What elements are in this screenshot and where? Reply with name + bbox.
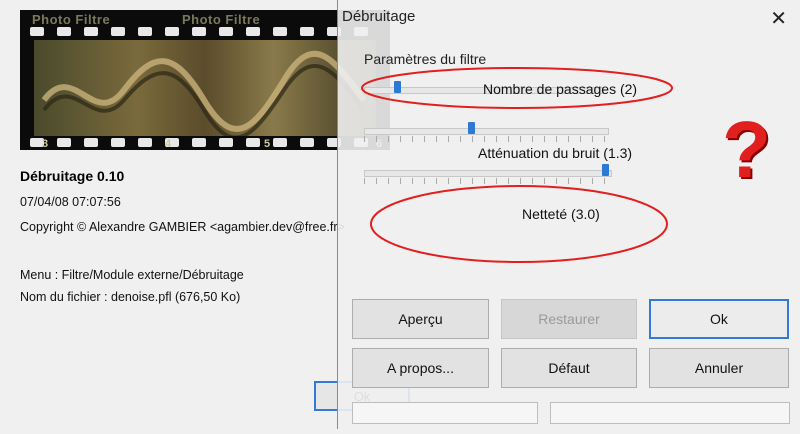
status-panel-left: [352, 402, 538, 424]
frame-number: 3: [42, 138, 49, 150]
plugin-file-name: Nom du fichier : denoise.pfl (676,50 Ko): [20, 290, 241, 304]
brand-label-left: Photo Filtre: [32, 12, 111, 27]
plugin-date: 07/04/08 07:07:56: [20, 195, 121, 209]
restore-button[interactable]: Restaurer: [501, 299, 637, 339]
plugin-menu-path: Menu : Filtre/Module externe/Débruitage: [20, 268, 244, 282]
status-panel-right: [550, 402, 790, 424]
preview-button[interactable]: Aperçu: [352, 299, 489, 339]
passes-label: Nombre de passages (2): [483, 81, 638, 97]
film-perforations-top: [20, 27, 390, 41]
params-group-label: Paramètres du filtre: [364, 51, 487, 67]
dialog-title: Débruitage: [342, 8, 416, 25]
frame-number: 5: [264, 138, 271, 150]
brand-label-right: Photo Filtre: [182, 12, 261, 27]
plugin-title: Débruitage 0.10: [20, 168, 125, 184]
frame-number: 4: [165, 138, 172, 150]
ok-button[interactable]: Ok: [649, 299, 789, 339]
plugin-banner: Photo Filtre Photo Filtre 3 4 5 6: [20, 10, 390, 150]
noise-attenuation-slider[interactable]: [364, 121, 609, 143]
sharpness-label: Netteté (3.0): [522, 206, 600, 222]
debruitage-dialog: Débruitage ✕ Paramètres du filtre Nombre…: [337, 0, 800, 429]
noise-attenuation-label: Atténuation du bruit (1.3): [478, 145, 633, 161]
sharpness-slider[interactable]: [364, 163, 612, 185]
about-button[interactable]: A propos...: [352, 348, 489, 388]
film-image: [34, 40, 376, 140]
default-button[interactable]: Défaut: [501, 348, 637, 388]
film-perforations-bottom: [20, 138, 390, 150]
close-icon[interactable]: ✕: [770, 6, 787, 31]
cancel-button[interactable]: Annuler: [649, 348, 789, 388]
plugin-copyright: Copyright © Alexandre GAMBIER <agambier.…: [20, 220, 345, 234]
